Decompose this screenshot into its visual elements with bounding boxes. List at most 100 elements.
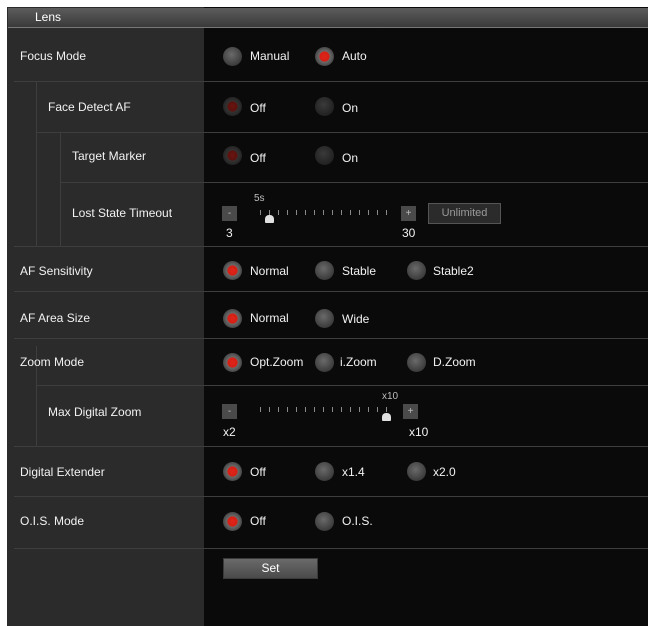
target-marker-label: Target Marker (72, 149, 147, 163)
af-area-normal-radio[interactable] (223, 309, 242, 328)
extender-off-radio[interactable] (223, 462, 242, 481)
af-area-wide-label: Wide (342, 312, 370, 326)
zoom-opt-label: Opt.Zoom (250, 355, 304, 369)
slider-tick (278, 210, 279, 215)
divider (14, 496, 648, 497)
extender-1-4-radio[interactable] (315, 462, 334, 481)
zoom-d-radio[interactable] (407, 353, 426, 372)
timeout-slider-thumb[interactable] (265, 215, 275, 223)
target-marker-on-radio[interactable] (315, 146, 334, 165)
slider-tick (260, 407, 261, 412)
slider-tick (341, 210, 342, 215)
divider (36, 132, 648, 133)
focus-mode-manual-label: Manual (250, 49, 290, 63)
divider (14, 338, 648, 339)
slider-tick (314, 407, 315, 412)
divider (14, 81, 648, 82)
max-digital-zoom-label: Max Digital Zoom (48, 405, 142, 419)
ois-ois-radio[interactable] (315, 512, 334, 531)
face-detect-on-label: On (342, 101, 359, 115)
face-detect-off-radio[interactable] (223, 97, 242, 116)
slider-tick (287, 407, 288, 412)
digital-zoom-increase-button[interactable]: + (403, 404, 418, 419)
timeout-decrease-button[interactable]: - (222, 206, 237, 221)
slider-tick (341, 407, 342, 412)
af-sensitivity-label: AF Sensitivity (20, 264, 93, 278)
slider-tick (296, 407, 297, 412)
extender-1-4-label: x1.4 (342, 465, 365, 479)
slider-tick (368, 407, 369, 412)
af-sensitivity-stable-radio[interactable] (315, 261, 334, 280)
focus-mode-auto-radio[interactable] (315, 47, 334, 66)
slider-tick (386, 407, 387, 412)
af-sensitivity-stable2-radio[interactable] (407, 261, 426, 280)
zoom-i-radio[interactable] (315, 353, 334, 372)
zoom-i-label: i.Zoom (340, 355, 377, 369)
digital-zoom-slider-track[interactable] (260, 407, 387, 413)
ois-off-label: Off (250, 514, 266, 528)
lost-state-timeout-label: Lost State Timeout (72, 206, 173, 220)
af-area-wide-radio[interactable] (315, 309, 334, 328)
ois-off-radio[interactable] (223, 512, 242, 531)
face-detect-af-label: Face Detect AF (48, 100, 131, 114)
slider-tick (278, 407, 279, 412)
digital-zoom-max-label: x10 (409, 425, 429, 439)
face-detect-off-label: Off (250, 101, 266, 115)
zoom-d-label: D.Zoom (433, 355, 476, 369)
slider-tick (305, 210, 306, 215)
extender-off-label: Off (250, 465, 266, 479)
target-marker-on-label: On (342, 151, 359, 165)
af-area-normal-label: Normal (250, 311, 289, 325)
timeout-increase-button[interactable]: + (401, 206, 416, 221)
slider-tick (359, 210, 360, 215)
zoom-opt-radio[interactable] (223, 353, 242, 372)
extender-2-0-label: x2.0 (433, 465, 456, 479)
ois-ois-label: O.I.S. (342, 514, 373, 528)
slider-tick (359, 407, 360, 412)
divider (36, 385, 648, 386)
slider-tick (332, 407, 333, 412)
target-marker-off-label: Off (250, 151, 266, 165)
af-area-size-label: AF Area Size (20, 311, 91, 325)
slider-tick (296, 210, 297, 215)
slider-tick (269, 407, 270, 412)
af-sensitivity-normal-label: Normal (250, 264, 289, 278)
af-sensitivity-stable2-label: Stable2 (433, 264, 474, 278)
set-button[interactable]: Set (223, 558, 318, 579)
digital-zoom-min-label: x2 (223, 425, 236, 439)
digital-extender-label: Digital Extender (20, 465, 105, 479)
slider-tick (260, 210, 261, 215)
slider-tick (314, 210, 315, 215)
timeout-slider-track[interactable] (260, 210, 387, 216)
slider-tick (368, 210, 369, 215)
tree-line (36, 82, 37, 246)
slider-tick (323, 210, 324, 215)
timeout-min-label: 3 (226, 226, 233, 240)
focus-mode-auto-label: Auto (342, 49, 367, 63)
af-sensitivity-normal-radio[interactable] (223, 261, 242, 280)
digital-zoom-slider-thumb[interactable] (382, 413, 391, 421)
section-title: Lens (35, 10, 62, 24)
slider-tick (350, 210, 351, 215)
slider-tick (332, 210, 333, 215)
slider-tick (305, 407, 306, 412)
timeout-max-label: 30 (402, 226, 416, 240)
divider (14, 246, 648, 247)
target-marker-off-radio[interactable] (223, 146, 242, 165)
unlimited-button[interactable]: Unlimited (428, 203, 501, 224)
ois-mode-label: O.I.S. Mode (20, 514, 85, 528)
divider (60, 182, 648, 183)
zoom-mode-label: Zoom Mode (20, 355, 85, 369)
divider (14, 446, 648, 447)
extender-2-0-radio[interactable] (407, 462, 426, 481)
focus-mode-label: Focus Mode (20, 49, 87, 63)
digital-zoom-decrease-button[interactable]: - (222, 404, 237, 419)
digital-zoom-current-value: x10 (382, 391, 399, 402)
tree-line (60, 133, 61, 246)
slider-tick (287, 210, 288, 215)
focus-mode-manual-radio[interactable] (223, 47, 242, 66)
slider-tick (350, 407, 351, 412)
slider-tick (386, 210, 387, 215)
face-detect-on-radio[interactable] (315, 97, 334, 116)
slider-tick (377, 407, 378, 412)
